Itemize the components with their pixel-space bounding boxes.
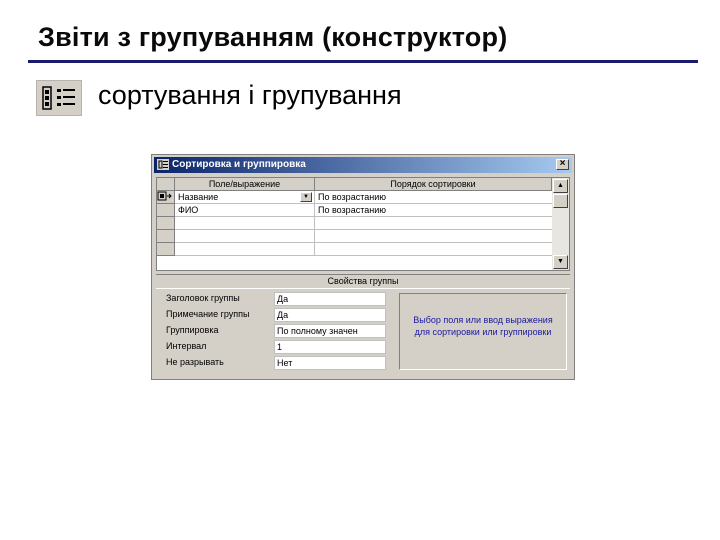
sort-order-cell[interactable]: По возрастанию [315,204,552,217]
group-header-field[interactable]: Да [274,292,386,306]
field-value: Название [178,192,219,202]
property-label: Группировка [166,325,219,335]
group-on-field[interactable]: По полному значен [274,324,386,338]
chevron-up-icon: ▲ [557,182,564,189]
grid-row[interactable]: ФИО По возрастанию [157,204,552,217]
grid-scrollbar[interactable]: ▲ ▼ [552,178,569,270]
field-dropdown-button[interactable]: ▼ [300,192,312,202]
sorting-grid: Поле/выражение Порядок сортировки Назван… [156,177,570,271]
sorting-grouping-dialog: Сортировка и группировка × Поле/выражени… [151,154,575,380]
dialog-title: Сортировка и группировка [172,159,306,170]
close-button[interactable]: × [556,159,569,170]
field-cell[interactable] [175,217,315,230]
field-cell[interactable]: Название ▼ [175,191,315,204]
sorting-grouping-icon [36,80,82,116]
row-selector[interactable] [157,230,175,243]
row-selector[interactable] [157,204,175,217]
chevron-down-icon: ▼ [303,194,309,200]
scroll-thumb[interactable] [553,194,568,208]
close-icon: × [559,158,566,169]
grid-row[interactable] [157,230,552,243]
grid-corner [157,178,175,191]
grid-row[interactable] [157,243,552,256]
sort-order-cell[interactable] [315,243,552,256]
title-divider [28,60,698,63]
property-label: Примечание группы [166,309,250,319]
sort-order-cell[interactable] [315,230,552,243]
property-label: Заголовок группы [166,293,240,303]
keep-together-field[interactable]: Нет [274,356,386,370]
hint-text: Выбор поля или ввод выражения для сортир… [399,293,567,370]
field-cell[interactable] [175,243,315,256]
property-label: Интервал [166,341,207,351]
sort-order-cell[interactable]: По возрастанию [315,191,552,204]
slide-subtitle: сортування і групування [98,80,402,110]
group-interval-field[interactable]: 1 [274,340,386,354]
property-row: Примечание группы Да [160,307,392,323]
property-label: Не разрывать [166,357,224,367]
group-properties-header: Свойства группы [156,274,570,289]
grid-row[interactable]: Название ▼ По возрастанию [157,191,552,204]
row-selector[interactable] [157,191,175,204]
scroll-down-button[interactable]: ▼ [553,255,568,269]
property-row: Группировка По полному значен [160,323,392,339]
property-row: Интервал 1 [160,339,392,355]
scroll-up-button[interactable]: ▲ [553,179,568,193]
column-header-field[interactable]: Поле/выражение [175,178,315,191]
dialog-titlebar[interactable]: Сортировка и группировка × [154,157,572,173]
row-selector[interactable] [157,243,175,256]
chevron-down-icon: ▼ [557,258,564,265]
column-header-sort-order[interactable]: Порядок сортировки [315,178,552,191]
grouping-key-icon [157,191,172,201]
field-cell[interactable]: ФИО [175,204,315,217]
field-cell[interactable] [175,230,315,243]
property-row: Не разрывать Нет [160,355,392,371]
sort-order-cell[interactable] [315,217,552,230]
row-selector[interactable] [157,217,175,230]
dialog-app-icon [157,159,169,170]
grid-row[interactable] [157,217,552,230]
group-footer-field[interactable]: Да [274,308,386,322]
slide-title: Звіти з групуванням (конструктор) [38,22,508,52]
property-row: Заголовок группы Да [160,291,392,307]
